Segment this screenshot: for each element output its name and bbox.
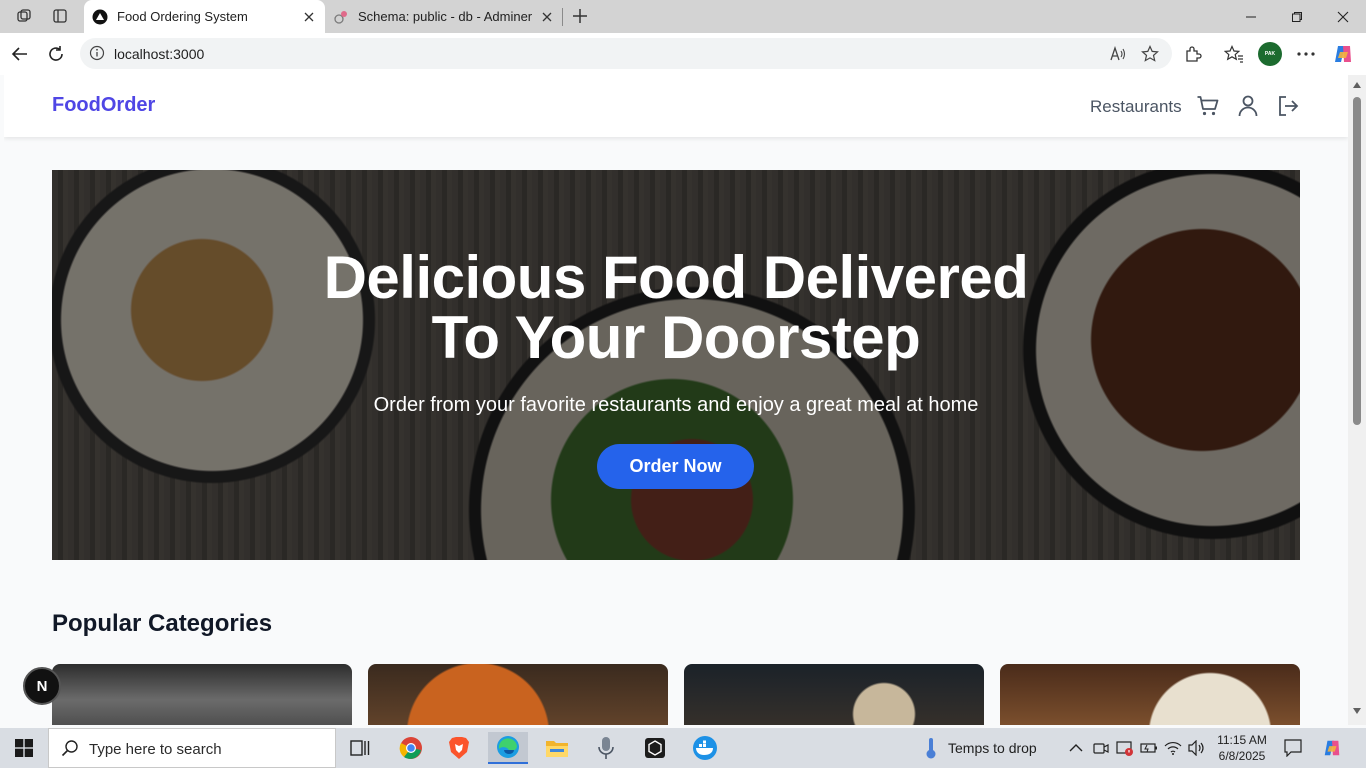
category-card[interactable] [684,664,984,725]
wifi-icon[interactable] [1163,738,1183,758]
tab-title: Schema: public - db - Adminer [358,9,533,24]
browser-toolbar: localhost:3000 PAK [0,33,1366,75]
chevron-up-icon[interactable] [1066,738,1086,758]
brand-logo[interactable]: FoodOrder [52,94,155,117]
hero-title-line-1: Delicious Food Delivered [323,244,1029,311]
docker-app-icon[interactable] [685,732,725,764]
notifications-icon[interactable] [1283,738,1303,758]
site-info-icon[interactable] [89,45,105,61]
address-bar[interactable]: localhost:3000 [80,38,1172,69]
windows-start-icon[interactable] [0,728,48,768]
favorites-icon[interactable] [1222,42,1246,66]
hero-banner: Delicious Food Delivered To Your Doorste… [52,170,1300,560]
nextjs-dev-badge[interactable]: N [23,667,61,705]
back-arrow-icon[interactable] [8,42,32,66]
nextjs-favicon-icon [92,9,108,25]
taskbar-search-box[interactable]: Type here to search [48,728,336,768]
cart-icon[interactable] [1195,93,1221,119]
search-placeholder: Type here to search [89,741,222,758]
task-view-icon[interactable] [340,732,380,764]
favorite-star-icon[interactable] [1139,43,1161,65]
browser-tab-strip: Food Ordering System Schema: public - db… [0,0,1366,33]
scrollbar-thumb[interactable] [1353,97,1361,425]
vertical-tabs-icon[interactable] [48,5,72,27]
user-profile-icon[interactable] [1235,93,1261,119]
search-icon [61,739,81,759]
voice-recorder-icon[interactable] [586,732,626,764]
windows-taskbar: Type here to search Temps to drop 11:15 … [0,728,1366,768]
security-alert-icon[interactable] [1115,738,1135,758]
tab-adminer[interactable]: Schema: public - db - Adminer [325,0,563,33]
hero-title: Delicious Food Delivered To Your Doorste… [52,248,1300,368]
extensions-icon[interactable] [1181,42,1205,66]
logout-icon[interactable] [1275,93,1301,119]
restore-icon[interactable] [1274,0,1320,33]
read-aloud-icon[interactable] [1107,43,1129,65]
scroll-down-arrow-icon[interactable] [1353,707,1361,715]
edge-app-icon[interactable] [488,732,528,764]
category-card[interactable] [52,664,352,725]
tab-food-ordering-system[interactable]: Food Ordering System [84,0,325,33]
close-tab-icon[interactable] [537,7,557,27]
order-now-button[interactable]: Order Now [597,444,754,489]
site-header: FoodOrder Restaurants [4,75,1348,137]
refresh-icon[interactable] [44,42,68,66]
page-scrollbar[interactable] [1348,75,1366,725]
new-tab-icon[interactable] [568,5,592,27]
meet-now-icon[interactable] [1091,738,1111,758]
tab-separator [562,8,563,26]
popular-categories-heading: Popular Categories [52,610,273,637]
close-window-icon[interactable] [1320,0,1366,33]
weather-text: Temps to drop [948,740,1037,756]
brave-app-icon[interactable] [439,732,479,764]
nav-restaurants-link[interactable]: Restaurants [1090,97,1182,117]
chrome-app-icon[interactable] [391,732,431,764]
clock-date: 6/8/2025 [1218,749,1266,763]
adminer-favicon-icon [333,9,349,25]
profile-avatar[interactable]: PAK [1258,42,1282,66]
minimize-icon[interactable] [1228,0,1274,33]
clock-time: 11:15 AM [1217,733,1267,747]
page-viewport: FoodOrder Restaurants Delicious Food Del… [4,75,1348,725]
file-explorer-icon[interactable] [537,732,577,764]
category-card[interactable] [1000,664,1300,725]
weather-widget[interactable]: Temps to drop [924,728,1037,768]
system-clock[interactable]: 11:15 AM 6/8/2025 [1210,732,1274,764]
hero-title-line-2: To Your Doorstep [431,304,921,371]
tab-title: Food Ordering System [117,9,248,24]
copilot-taskbar-icon[interactable] [1322,738,1342,758]
thermometer-icon [924,736,938,760]
volume-icon[interactable] [1187,738,1207,758]
scroll-up-arrow-icon[interactable] [1353,81,1361,89]
close-tab-icon[interactable] [299,7,319,27]
category-card[interactable] [368,664,668,725]
battery-icon[interactable] [1139,738,1159,758]
hero-subtitle: Order from your favorite restaurants and… [373,394,979,416]
copilot-icon[interactable] [1331,42,1355,66]
dev-tool-app-icon[interactable] [635,732,675,764]
more-menu-icon[interactable] [1294,42,1318,66]
workspaces-icon[interactable] [12,5,36,27]
url-text: localhost:3000 [114,46,205,62]
